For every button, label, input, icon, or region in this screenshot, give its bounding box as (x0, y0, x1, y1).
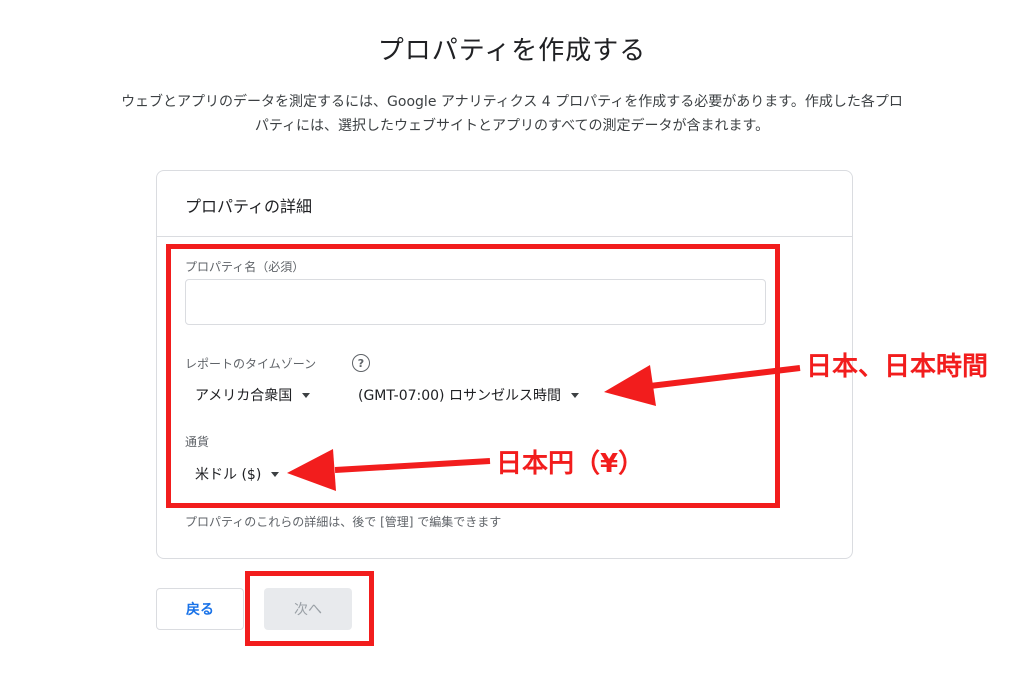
chevron-down-icon (271, 471, 280, 477)
helper-text: プロパティのこれらの詳細は、後で [管理] で編集できます (185, 515, 502, 529)
property-name-input[interactable] (185, 279, 766, 325)
page-description-line-2: パティには、選択したウェブサイトとアプリのすべての測定データが含まれます。 (254, 118, 770, 134)
next-button[interactable]: 次へ (264, 588, 352, 630)
property-name-label: プロパティ名（必須） (185, 260, 305, 274)
currency-value: 米ドル ($) (195, 467, 262, 483)
page-description: ウェブとアプリのデータを測定するには、Google アナリティクス 4 プロパテ… (40, 90, 984, 138)
page-description-line-1: ウェブとアプリのデータを測定するには、Google アナリティクス 4 プロパテ… (121, 94, 903, 110)
create-property-page: プロパティを作成する ウェブとアプリのデータを測定するには、Google アナリ… (0, 0, 1024, 695)
timezone-label: レポートのタイムゾーン (185, 357, 317, 371)
annotation-currency-note: 日本円（¥） (496, 449, 645, 479)
card-header: プロパティの詳細 (157, 171, 852, 237)
timezone-country-value: アメリカ合衆国 (195, 388, 293, 404)
timezone-zone-value: (GMT-07:00) ロサンゼルス時間 (358, 388, 561, 404)
chevron-down-icon (302, 392, 311, 398)
annotation-timezone-note: 日本、日本時間 (806, 352, 989, 382)
page-title: プロパティを作成する (377, 36, 647, 66)
help-circle-icon[interactable]: ? (352, 354, 370, 372)
currency-label: 通貨 (185, 435, 210, 449)
back-button[interactable]: 戻る (156, 588, 244, 630)
timezone-zone-select[interactable]: (GMT-07:00) ロサンゼルス時間 (358, 385, 579, 405)
timezone-country-select[interactable]: アメリカ合衆国 (195, 385, 311, 405)
currency-select[interactable]: 米ドル ($) (195, 464, 280, 484)
chevron-down-icon (570, 392, 579, 398)
